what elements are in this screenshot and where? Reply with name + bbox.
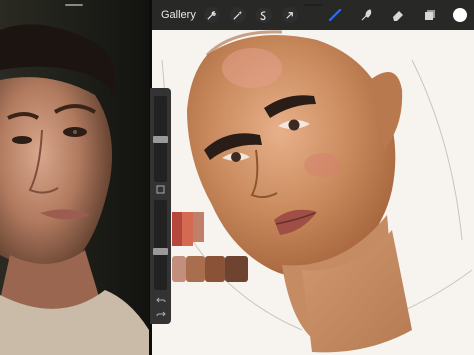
- split-view-handle[interactable]: [65, 4, 83, 6]
- opacity-slider[interactable]: [154, 200, 167, 290]
- color-icon[interactable]: [452, 7, 468, 23]
- transform-arrow-icon[interactable]: [281, 7, 298, 23]
- magic-wand-icon[interactable]: [229, 7, 246, 23]
- palette-swatch[interactable]: [193, 212, 204, 242]
- palette-swatch[interactable]: [186, 256, 205, 282]
- redo-icon[interactable]: [155, 308, 166, 319]
- canvas-artwork[interactable]: [152, 0, 474, 355]
- palette-swatch[interactable]: [172, 212, 182, 246]
- gallery-button[interactable]: Gallery: [161, 9, 196, 21]
- palette-swatch[interactable]: [205, 256, 225, 282]
- top-toolbar: Gallery: [152, 0, 474, 30]
- drawing-app-pane: Gallery: [152, 0, 474, 355]
- selection-icon[interactable]: [255, 7, 272, 23]
- wrench-icon[interactable]: [203, 7, 220, 23]
- smudge-icon[interactable]: [358, 7, 374, 23]
- reference-photo: [0, 0, 149, 355]
- brush-icon[interactable]: [327, 7, 343, 23]
- undo-icon[interactable]: [155, 294, 166, 305]
- opacity-thumb[interactable]: [153, 248, 168, 255]
- palette-swatch[interactable]: [225, 256, 248, 282]
- reference-photo-pane: [0, 0, 149, 355]
- sidebar: [150, 88, 171, 324]
- modify-icon[interactable]: [155, 184, 166, 195]
- eraser-icon[interactable]: [390, 7, 406, 23]
- layers-icon[interactable]: [422, 7, 438, 23]
- palette-swatch[interactable]: [172, 256, 186, 282]
- brush-size-thumb[interactable]: [153, 136, 168, 143]
- palette-swatch[interactable]: [182, 212, 193, 246]
